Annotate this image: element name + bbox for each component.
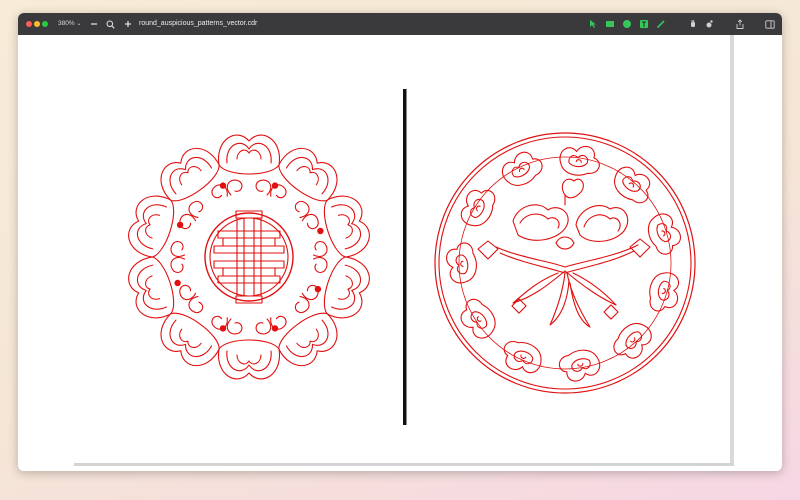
chevron-down-icon: ⌄ (76, 21, 82, 27)
zoom-dropdown[interactable]: 380% ⌄ (58, 20, 81, 27)
cloud-petal (301, 195, 370, 258)
cloud-motif (558, 349, 601, 382)
rectangle-tool-button[interactable] (603, 17, 617, 31)
cloud-motif (460, 189, 496, 227)
cloud-petal (301, 256, 370, 319)
artwork-layer (124, 89, 696, 425)
sidebar-toggle-icon (765, 19, 775, 29)
zoom-level: 380% (58, 20, 75, 27)
zoom-out-button[interactable] (88, 17, 100, 31)
red-dot (314, 285, 322, 293)
gourd-and-ribbon (477, 178, 651, 328)
pan-tool-icon (706, 20, 713, 28)
share-icon (736, 18, 744, 29)
cloud-petal (128, 256, 197, 319)
select-tool-icon (590, 20, 596, 28)
red-dot (271, 182, 279, 189)
cloud-petal (128, 195, 197, 258)
left-auspicious-medallion[interactable] (124, 134, 375, 380)
select-tool-button[interactable] (586, 17, 600, 31)
divider-line[interactable] (403, 89, 407, 425)
pen-tool-icon (657, 20, 665, 28)
plus-icon (125, 21, 131, 27)
cloud-motif (501, 151, 543, 186)
cloud-petal (160, 147, 228, 218)
cloud-motif (613, 323, 652, 359)
zoom-search-button[interactable] (104, 17, 116, 31)
red-dot (219, 325, 227, 332)
text-tool-icon (640, 20, 648, 28)
red-dot (174, 279, 181, 287)
cloud-motif (446, 242, 477, 284)
cloud-motif (614, 166, 651, 204)
share-button[interactable] (733, 17, 747, 31)
pen-tool-button[interactable] (654, 17, 668, 31)
drawing-canvas[interactable] (18, 35, 782, 471)
rectangle-tool-icon (606, 21, 614, 27)
cloud-motif (460, 298, 496, 339)
cloud-motif (559, 145, 600, 176)
red-dot (317, 227, 324, 235)
red-dot (219, 182, 227, 189)
document-title: round_auspicious_patterns_vector.cdr (139, 20, 258, 27)
cloud-petal (218, 134, 280, 196)
app-window: 380% ⌄ round_auspicious_patterns_vector.… (18, 13, 782, 471)
right-auspicious-medallion[interactable] (434, 132, 696, 394)
cloud-petal (270, 296, 338, 367)
minus-icon (91, 23, 97, 25)
cloud-petal (218, 318, 280, 380)
cloud-motif (647, 213, 681, 255)
ellipse-tool-icon (623, 20, 631, 28)
pan-tool-button[interactable] (702, 17, 716, 31)
shou-longevity-symbol (204, 210, 294, 304)
cloud-petal (270, 147, 338, 218)
sidebar-toggle-button[interactable] (763, 17, 777, 31)
close-window-button[interactable] (26, 21, 32, 27)
hand-tool-button[interactable] (686, 17, 700, 31)
cloud-motif (503, 341, 542, 374)
zoom-in-button[interactable] (122, 17, 134, 31)
ellipse-tool-button[interactable] (620, 17, 634, 31)
maximize-window-button[interactable] (42, 21, 48, 27)
hand-tool-icon (691, 20, 695, 27)
text-tool-button[interactable] (637, 17, 651, 31)
search-icon (106, 20, 115, 29)
title-bar: 380% ⌄ round_auspicious_patterns_vector.… (18, 13, 782, 35)
red-dot (271, 325, 279, 332)
cloud-motif (649, 272, 680, 312)
cloud-petal (160, 296, 228, 367)
minimize-window-button[interactable] (34, 21, 40, 27)
red-dot (176, 221, 184, 229)
